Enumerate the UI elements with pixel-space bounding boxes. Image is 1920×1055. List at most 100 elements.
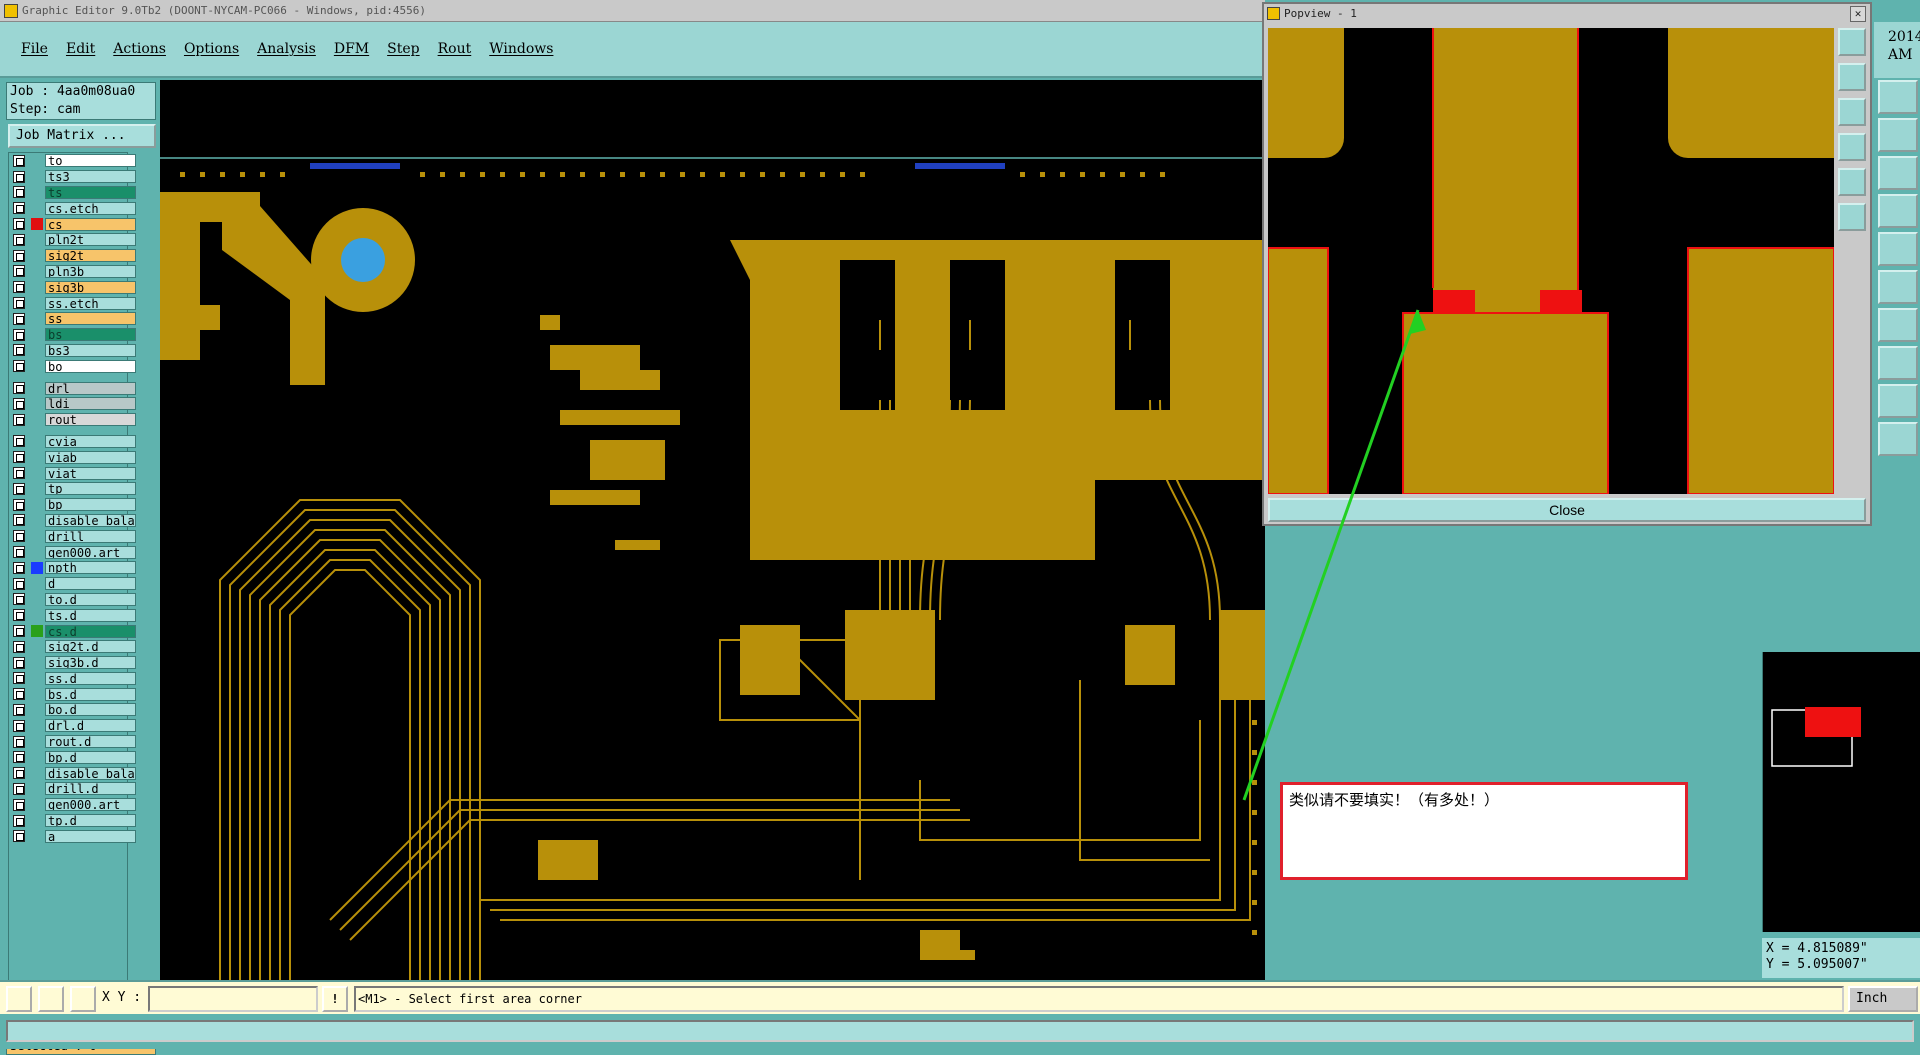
measure-tool-icon[interactable]: [38, 986, 64, 1012]
layer-name[interactable]: ts.d: [45, 608, 136, 622]
layer-checkbox[interactable]: [13, 814, 25, 827]
layer-row[interactable]: pln2t: [9, 232, 136, 248]
layer-checkbox[interactable]: [13, 233, 25, 246]
tool-pins-icon[interactable]: [1878, 308, 1918, 342]
layer-row[interactable]: tp: [9, 481, 136, 497]
layer-row[interactable]: bs3: [9, 343, 136, 359]
layer-name[interactable]: bs3: [45, 343, 136, 357]
layer-name[interactable]: cvia: [45, 434, 136, 448]
layer-checkbox[interactable]: [13, 530, 25, 543]
layer-row[interactable]: ss.d: [9, 671, 136, 687]
layer-checkbox[interactable]: [13, 467, 25, 480]
layer-name[interactable]: sig3b.d: [45, 656, 136, 670]
layer-row[interactable]: gen000.art: [9, 797, 136, 813]
popview-tool-2-icon[interactable]: [1838, 63, 1866, 91]
layer-row[interactable]: pln3b: [9, 264, 136, 280]
layer-row[interactable]: disable_bala: [9, 513, 136, 529]
layer-checkbox[interactable]: [13, 297, 25, 310]
layer-row[interactable]: ts3: [9, 169, 136, 185]
layer-checkbox[interactable]: [13, 312, 25, 325]
layer-name[interactable]: pln2t: [45, 233, 136, 247]
layer-row[interactable]: rout: [9, 412, 136, 428]
warning-icon[interactable]: !: [322, 986, 348, 1012]
overview-map[interactable]: [1762, 652, 1920, 932]
popview-tool-6-icon[interactable]: [1838, 203, 1866, 231]
layer-checkbox[interactable]: [13, 751, 25, 764]
layer-name[interactable]: ss: [45, 312, 136, 326]
layer-name[interactable]: bs: [45, 328, 136, 342]
layer-checkbox[interactable]: [13, 265, 25, 278]
layer-checkbox[interactable]: [13, 577, 25, 590]
layer-checkbox[interactable]: [13, 170, 25, 183]
layer-checkbox[interactable]: [13, 360, 25, 373]
layer-name[interactable]: drill: [45, 529, 136, 543]
layer-row[interactable]: ts.d: [9, 607, 136, 623]
layer-checkbox[interactable]: [13, 413, 25, 426]
layer-checkbox[interactable]: [13, 625, 25, 637]
layer-row[interactable]: ss: [9, 311, 136, 327]
tool-frame-icon[interactable]: [1878, 118, 1918, 152]
popview-tool-5-icon[interactable]: [1838, 168, 1866, 196]
layer-checkbox[interactable]: [13, 593, 25, 606]
layer-checkbox[interactable]: [13, 218, 25, 231]
layer-row[interactable]: cs.d: [9, 623, 136, 639]
layer-name[interactable]: gen000.art: [45, 545, 136, 559]
menu-step[interactable]: Step: [387, 41, 419, 57]
menu-rout[interactable]: Rout: [438, 41, 472, 57]
menu-options[interactable]: Options: [184, 41, 239, 57]
layer-row[interactable]: rout.d: [9, 734, 136, 750]
layer-checkbox[interactable]: [13, 514, 25, 527]
popview-tool-3-icon[interactable]: [1838, 98, 1866, 126]
layer-name[interactable]: ldi: [45, 397, 136, 411]
menu-dfm[interactable]: DFM: [334, 41, 369, 57]
tool-circle-icon[interactable]: [1878, 232, 1918, 266]
popview-tool-4-icon[interactable]: [1838, 133, 1866, 161]
job-matrix-button[interactable]: Job Matrix ...: [8, 124, 156, 148]
layer-name[interactable]: pln3b: [45, 264, 136, 278]
layer-name[interactable]: bp: [45, 498, 136, 512]
layer-name[interactable]: a: [45, 829, 136, 843]
layer-name[interactable]: drl.d: [45, 719, 136, 733]
layer-name[interactable]: sig2t.d: [45, 640, 136, 654]
tool-arc-icon[interactable]: [1878, 384, 1918, 418]
layer-checkbox[interactable]: [13, 561, 25, 574]
layer-row[interactable]: viab: [9, 449, 136, 465]
menu-windows[interactable]: Windows: [489, 41, 553, 57]
layer-name[interactable]: rout.d: [45, 735, 136, 749]
layer-row[interactable]: a: [9, 828, 136, 844]
popview-close-icon[interactable]: ✕: [1850, 6, 1866, 22]
tool-shapes-icon[interactable]: [1878, 346, 1918, 380]
layer-checkbox[interactable]: [13, 186, 25, 199]
tool-snap-icon[interactable]: [1878, 422, 1918, 456]
xy-input[interactable]: [148, 986, 318, 1012]
layer-row[interactable]: sig3b: [9, 279, 136, 295]
layer-name[interactable]: ss.etch: [45, 296, 136, 310]
layer-name[interactable]: npth: [45, 561, 136, 575]
layer-checkbox[interactable]: [13, 202, 25, 215]
layer-row[interactable]: disable_bala: [9, 765, 136, 781]
layer-checkbox[interactable]: [13, 451, 25, 464]
layer-name[interactable]: drl: [45, 381, 136, 395]
grid-tool-icon[interactable]: [70, 986, 96, 1012]
layer-checkbox[interactable]: [13, 435, 25, 448]
popview-tool-1-icon[interactable]: [1838, 28, 1866, 56]
layer-row[interactable]: bo.d: [9, 702, 136, 718]
layer-name[interactable]: bs.d: [45, 687, 136, 701]
layer-name[interactable]: drill.d: [45, 782, 136, 796]
layer-checkbox[interactable]: [13, 382, 25, 395]
layer-row[interactable]: bp: [9, 497, 136, 513]
layer-checkbox[interactable]: [13, 498, 25, 511]
layer-row[interactable]: cs.etch: [9, 200, 136, 216]
menu-file[interactable]: File: [21, 41, 48, 57]
layer-name[interactable]: disable_bala: [45, 513, 136, 527]
layer-checkbox[interactable]: [13, 767, 25, 780]
layer-checkbox[interactable]: [13, 249, 25, 262]
layer-checkbox[interactable]: [13, 656, 25, 669]
layer-name[interactable]: cs.d: [45, 624, 136, 638]
menu-edit[interactable]: Edit: [66, 41, 95, 57]
layer-row[interactable]: to: [9, 153, 136, 169]
layer-name[interactable]: cs: [45, 217, 136, 231]
layer-checkbox[interactable]: [13, 344, 25, 357]
layer-row[interactable]: sig3b.d: [9, 655, 136, 671]
layer-name[interactable]: to.d: [45, 592, 136, 606]
